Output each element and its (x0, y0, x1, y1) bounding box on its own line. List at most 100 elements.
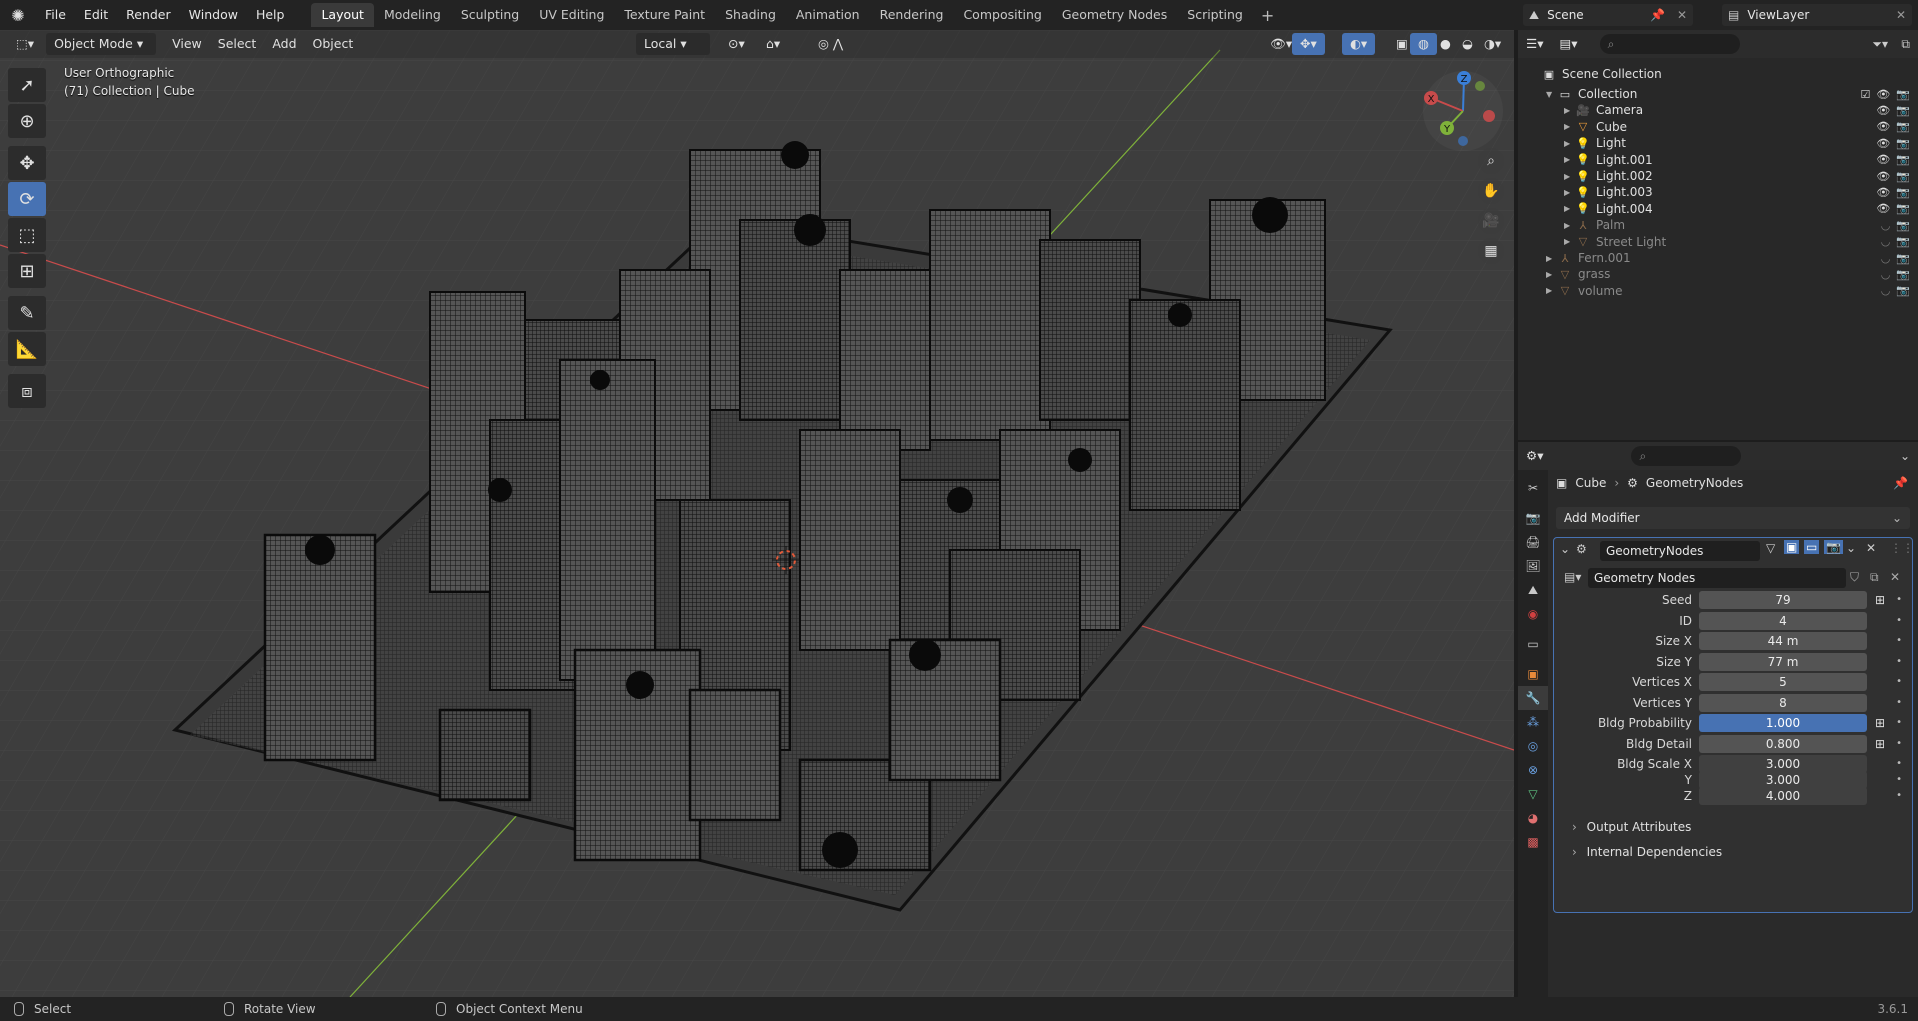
eye-icon[interactable]: 👁 (1876, 186, 1890, 199)
view-layer-selector[interactable]: ▤ ViewLayer ✕ (1722, 4, 1912, 26)
attribute-toggle-icon[interactable]: ⊞ (1872, 592, 1888, 608)
node-tree-selector[interactable]: Geometry Nodes (1588, 568, 1846, 588)
eye-closed-icon[interactable]: ◡ (1881, 219, 1891, 232)
exclude-checkbox-icon[interactable]: ☑ (1860, 88, 1870, 101)
render-visibility-icon[interactable]: 📷 (1896, 153, 1910, 166)
render-visibility-icon[interactable]: 📷 (1896, 202, 1910, 215)
expand-arrow-icon[interactable]: ▶ (1564, 155, 1574, 164)
menu-add[interactable]: Add (264, 33, 304, 55)
pin-icon[interactable]: 📌 (1893, 476, 1908, 490)
outliner-editor-type-icon[interactable]: ☰▾ (1518, 33, 1551, 55)
cursor-tool-icon[interactable]: ⊕ (8, 104, 46, 138)
expand-arrow-icon[interactable]: ▶ (1546, 270, 1556, 279)
select-box-tool-icon[interactable]: ➚ (8, 68, 46, 102)
tab-shading[interactable]: Shading (715, 3, 786, 27)
transform-orientation-dropdown[interactable]: Local ▾ (636, 33, 710, 55)
expand-arrow-icon[interactable]: ▶ (1564, 106, 1574, 115)
move-tool-icon[interactable]: ✥ (8, 146, 46, 180)
overlay-toggle-icon[interactable]: ◐▾ (1342, 33, 1376, 55)
proportional-edit-icon[interactable]: ◎ ⋀ (810, 33, 851, 55)
material-tab-icon[interactable]: ◕ (1518, 806, 1548, 830)
data-tab-icon[interactable]: ▽ (1518, 782, 1548, 806)
close-icon[interactable]: ✕ (1896, 8, 1906, 22)
close-icon[interactable]: ✕ (1677, 8, 1687, 22)
tab-texture-paint[interactable]: Texture Paint (614, 3, 715, 27)
zoom-icon[interactable]: ⌕ (1478, 148, 1504, 174)
gizmo-toggle-icon[interactable]: ✥▾ (1292, 33, 1325, 55)
internal-dependencies-subpanel[interactable]: › Internal Dependencies (1572, 845, 1722, 859)
on-cage-toggle-icon[interactable]: ▣ (1784, 540, 1800, 554)
blender-logo-icon[interactable]: ✺ (0, 0, 36, 30)
keyframe-dot-icon[interactable]: • (1896, 652, 1902, 672)
param-value-field[interactable]: 4.000 (1699, 787, 1867, 805)
expand-arrow-icon[interactable]: ▶ (1564, 139, 1574, 148)
tab-rendering[interactable]: Rendering (870, 3, 954, 27)
menu-view[interactable]: View (164, 33, 210, 55)
modifier-menu-icon[interactable]: ⌄ (1846, 541, 1856, 555)
scene-tab-icon[interactable]: ⛰ (1518, 578, 1548, 602)
keyframe-dot-icon[interactable]: • (1896, 672, 1902, 692)
param-value-field[interactable]: 1.000 (1699, 714, 1867, 732)
measure-tool-icon[interactable]: 📐 (8, 332, 46, 366)
filter-icon[interactable]: ⏷▾ (1872, 37, 1888, 52)
remove-modifier-icon[interactable]: ✕ (1866, 541, 1876, 555)
tab-scripting[interactable]: Scripting (1177, 3, 1253, 27)
render-visibility-icon[interactable]: 📷 (1896, 219, 1910, 232)
rotate-tool-icon[interactable]: ⟳ (8, 182, 46, 216)
render-visibility-icon[interactable]: 📷 (1896, 88, 1910, 101)
viewport-toggle-icon[interactable]: ▭ (1804, 540, 1820, 554)
expand-arrow-icon[interactable]: ▶ (1564, 172, 1574, 181)
tab-geometry-nodes[interactable]: Geometry Nodes (1052, 3, 1177, 27)
modifier-tab-icon[interactable]: 🔧 (1518, 686, 1548, 710)
tab-modeling[interactable]: Modeling (374, 3, 451, 27)
attribute-toggle-icon[interactable]: ⊞ (1872, 715, 1888, 731)
eye-icon[interactable]: 👁 (1876, 170, 1890, 183)
param-value-field[interactable]: 79 (1699, 591, 1867, 609)
keyframe-dot-icon[interactable]: • (1896, 590, 1902, 610)
keyframe-dot-icon[interactable]: • (1896, 713, 1902, 733)
eye-closed-icon[interactable]: ◡ (1881, 235, 1891, 248)
properties-search-input[interactable]: ⌕ (1631, 446, 1742, 466)
eye-closed-icon[interactable]: ◡ (1881, 284, 1891, 297)
collection-tab-icon[interactable]: ▭ (1518, 632, 1548, 656)
expand-arrow-icon[interactable]: ▶ (1546, 286, 1556, 295)
editor-type-button[interactable]: ⬚▾ (8, 33, 42, 55)
navigation-gizmo[interactable]: Z X Y (1418, 66, 1508, 156)
properties-options-icon[interactable]: ⌄ (1900, 449, 1910, 463)
menu-help[interactable]: Help (247, 0, 294, 30)
param-value-field[interactable]: 77 m (1699, 652, 1867, 671)
fake-user-shield-icon[interactable]: ⛉ (1850, 570, 1859, 585)
param-value-field[interactable]: 8 (1699, 693, 1867, 712)
edit-mode-toggle-icon[interactable]: ▽ (1766, 541, 1775, 555)
menu-edit[interactable]: Edit (75, 0, 117, 30)
eye-icon[interactable]: 👁 (1876, 137, 1890, 150)
expand-arrow-icon[interactable]: ▼ (1546, 90, 1556, 99)
render-visibility-icon[interactable]: 📷 (1896, 284, 1910, 297)
outliner-row-scene-collection[interactable]: ▣ Scene Collection (1518, 64, 1918, 84)
modifier-name-field[interactable]: GeometryNodes (1600, 541, 1760, 561)
render-visibility-icon[interactable]: 📷 (1896, 137, 1910, 150)
rendered-shading-icon[interactable]: ◑▾ (1476, 33, 1509, 55)
menu-window[interactable]: Window (180, 0, 247, 30)
world-tab-icon[interactable]: ◉ (1518, 602, 1548, 626)
unlink-icon[interactable]: ✕ (1890, 570, 1900, 584)
keyframe-dot-icon[interactable]: • (1896, 631, 1902, 651)
eye-icon[interactable]: 👁 (1876, 153, 1890, 166)
pin-icon[interactable]: 📌 (1650, 8, 1665, 22)
pivot-point-icon[interactable]: ⊙▾ (720, 33, 753, 55)
outliner-search-input[interactable]: ⌕ (1599, 34, 1740, 54)
render-visibility-icon[interactable]: 📷 (1896, 170, 1910, 183)
pan-hand-icon[interactable]: ✋ (1478, 178, 1504, 204)
output-tab-icon[interactable]: 🖨 (1518, 530, 1548, 554)
expand-arrow-icon[interactable]: ▶ (1564, 221, 1574, 230)
render-tab-icon[interactable]: 📷 (1518, 506, 1548, 530)
eye-icon[interactable]: 👁 (1876, 120, 1890, 133)
tab-sculpting[interactable]: Sculpting (451, 3, 529, 27)
constraints-tab-icon[interactable]: ⊗ (1518, 758, 1548, 782)
tab-layout[interactable]: Layout (311, 3, 374, 27)
camera-view-icon[interactable]: 🎥 (1478, 208, 1504, 234)
scene-selector[interactable]: ⛰ Scene 📌 ✕ (1523, 4, 1693, 26)
3d-viewport[interactable]: ⬚▾ Object Mode ▾ View Select Add Object … (0, 30, 1514, 997)
menu-object[interactable]: Object (305, 33, 362, 55)
tab-uv-editing[interactable]: UV Editing (529, 3, 614, 27)
